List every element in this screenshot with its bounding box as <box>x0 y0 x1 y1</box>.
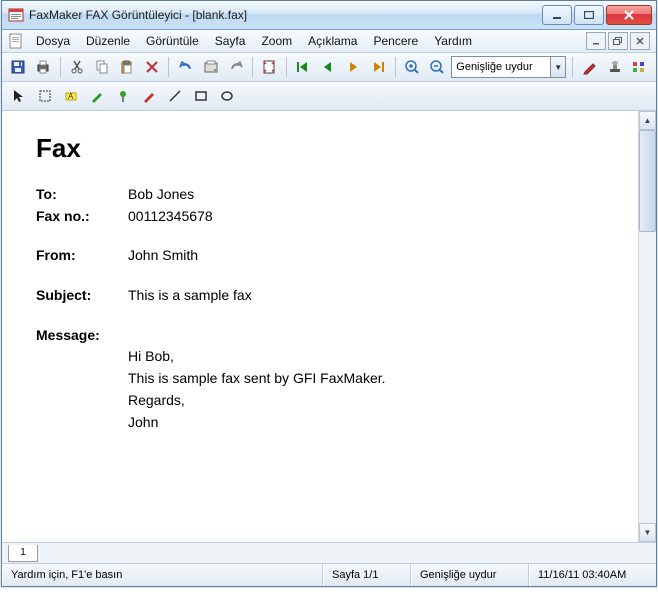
close-button[interactable] <box>606 5 652 25</box>
menu-file[interactable]: Dosya <box>28 32 78 50</box>
doc-heading: Fax <box>36 133 604 164</box>
zoom-combo-dropdown[interactable]: ▼ <box>550 57 565 77</box>
subject-value: This is a sample fax <box>128 285 252 307</box>
message-body: Hi Bob, This is sample fax sent by GFI F… <box>128 346 604 433</box>
scroll-track[interactable] <box>639 130 656 523</box>
annotate-pen-button[interactable] <box>578 55 601 79</box>
faxno-label: Fax no.: <box>36 206 128 228</box>
zoom-combo[interactable]: ▼ <box>451 56 566 78</box>
message-line: John <box>128 412 604 434</box>
scroll-thumb[interactable] <box>639 130 656 232</box>
pointer-tool-button[interactable] <box>7 84 31 108</box>
titlebar[interactable]: FaxMaker FAX Görüntüleyici - [blank.fax] <box>2 1 656 30</box>
print-button[interactable] <box>32 55 55 79</box>
status-help: Yardım için, F1'e basın <box>2 564 323 586</box>
mdi-doc-icon[interactable] <box>8 33 24 49</box>
minimize-button[interactable] <box>542 5 572 25</box>
svg-text:A: A <box>68 92 74 101</box>
from-label: From: <box>36 245 128 267</box>
to-value: Bob Jones <box>128 184 194 206</box>
scroll-up-button[interactable]: ▲ <box>639 111 656 130</box>
mdi-restore-button[interactable] <box>608 32 628 50</box>
document-page[interactable]: Fax To: Bob Jones Fax no.: 00112345678 F… <box>2 111 638 542</box>
vertical-scrollbar[interactable]: ▲ ▼ <box>638 111 656 542</box>
message-line: This is sample fax sent by GFI FaxMaker. <box>128 368 604 390</box>
window-buttons <box>540 5 652 25</box>
scroll-down-button[interactable]: ▼ <box>639 523 656 542</box>
zoom-out-button[interactable] <box>425 55 448 79</box>
pin-tool-button[interactable] <box>111 84 135 108</box>
maximize-button[interactable] <box>574 5 604 25</box>
fit-page-button[interactable] <box>258 55 281 79</box>
message-line: Hi Bob, <box>128 346 604 368</box>
redo-button[interactable] <box>224 55 247 79</box>
message-line: Regards, <box>128 390 604 412</box>
app-icon <box>8 7 24 23</box>
page-tab-1[interactable]: 1 <box>8 545 38 562</box>
menu-zoom[interactable]: Zoom <box>253 32 300 50</box>
menu-edit[interactable]: Düzenle <box>78 32 138 50</box>
message-label: Message: <box>36 325 128 347</box>
undo-button[interactable] <box>174 55 197 79</box>
freehand-green-tool-button[interactable] <box>85 84 109 108</box>
status-zoom: Genişliğe uydur <box>411 564 529 586</box>
first-page-button[interactable] <box>292 55 315 79</box>
next-page-button[interactable] <box>342 55 365 79</box>
prev-page-button[interactable] <box>317 55 340 79</box>
menu-page[interactable]: Sayfa <box>207 32 254 50</box>
menu-annotation[interactable]: Açıklama <box>300 32 365 50</box>
subject-label: Subject: <box>36 285 128 307</box>
status-page: Sayfa 1/1 <box>323 564 411 586</box>
mdi-buttons <box>586 32 652 50</box>
statusbar: Yardım için, F1'e basın Sayfa 1/1 Genişl… <box>2 563 656 586</box>
menu-window[interactable]: Pencere <box>365 32 426 50</box>
highlight-tool-button[interactable]: A <box>59 84 83 108</box>
copy-button[interactable] <box>91 55 114 79</box>
mdi-minimize-button[interactable] <box>586 32 606 50</box>
rect-tool-button[interactable] <box>189 84 213 108</box>
mdi-close-button[interactable] <box>630 32 650 50</box>
zoom-combo-input[interactable] <box>452 61 550 73</box>
menu-view[interactable]: Görüntüle <box>138 32 207 50</box>
toolbar-annotation: A <box>2 82 656 111</box>
delete-button[interactable] <box>140 55 163 79</box>
save-button[interactable] <box>7 55 30 79</box>
from-value: John Smith <box>128 245 198 267</box>
zoom-in-button[interactable] <box>400 55 423 79</box>
status-datetime: 11/16/11 03:40AM <box>529 564 656 586</box>
select-rect-tool-button[interactable] <box>33 84 57 108</box>
faxno-value: 00112345678 <box>128 206 213 228</box>
paste-button[interactable] <box>116 55 139 79</box>
scan-button[interactable] <box>199 55 222 79</box>
window-title: FaxMaker FAX Görüntüleyici - [blank.fax] <box>29 8 540 22</box>
toolbar-main: ▼ <box>2 53 656 82</box>
menu-help[interactable]: Yardım <box>426 32 480 50</box>
last-page-button[interactable] <box>367 55 390 79</box>
menubar: Dosya Düzenle Görüntüle Sayfa Zoom Açıkl… <box>2 30 656 53</box>
freehand-red-tool-button[interactable] <box>137 84 161 108</box>
line-tool-button[interactable] <box>163 84 187 108</box>
document-viewport: Fax To: Bob Jones Fax no.: 00112345678 F… <box>2 111 656 542</box>
cut-button[interactable] <box>66 55 89 79</box>
app-window: FaxMaker FAX Görüntüleyici - [blank.fax]… <box>1 0 657 587</box>
options-button[interactable] <box>628 55 651 79</box>
to-label: To: <box>36 184 128 206</box>
annotate-stamp-button[interactable] <box>603 55 626 79</box>
page-tabs-bar: 1 <box>2 542 656 563</box>
client-area: Fax To: Bob Jones Fax no.: 00112345678 F… <box>2 111 656 563</box>
ellipse-tool-button[interactable] <box>215 84 239 108</box>
